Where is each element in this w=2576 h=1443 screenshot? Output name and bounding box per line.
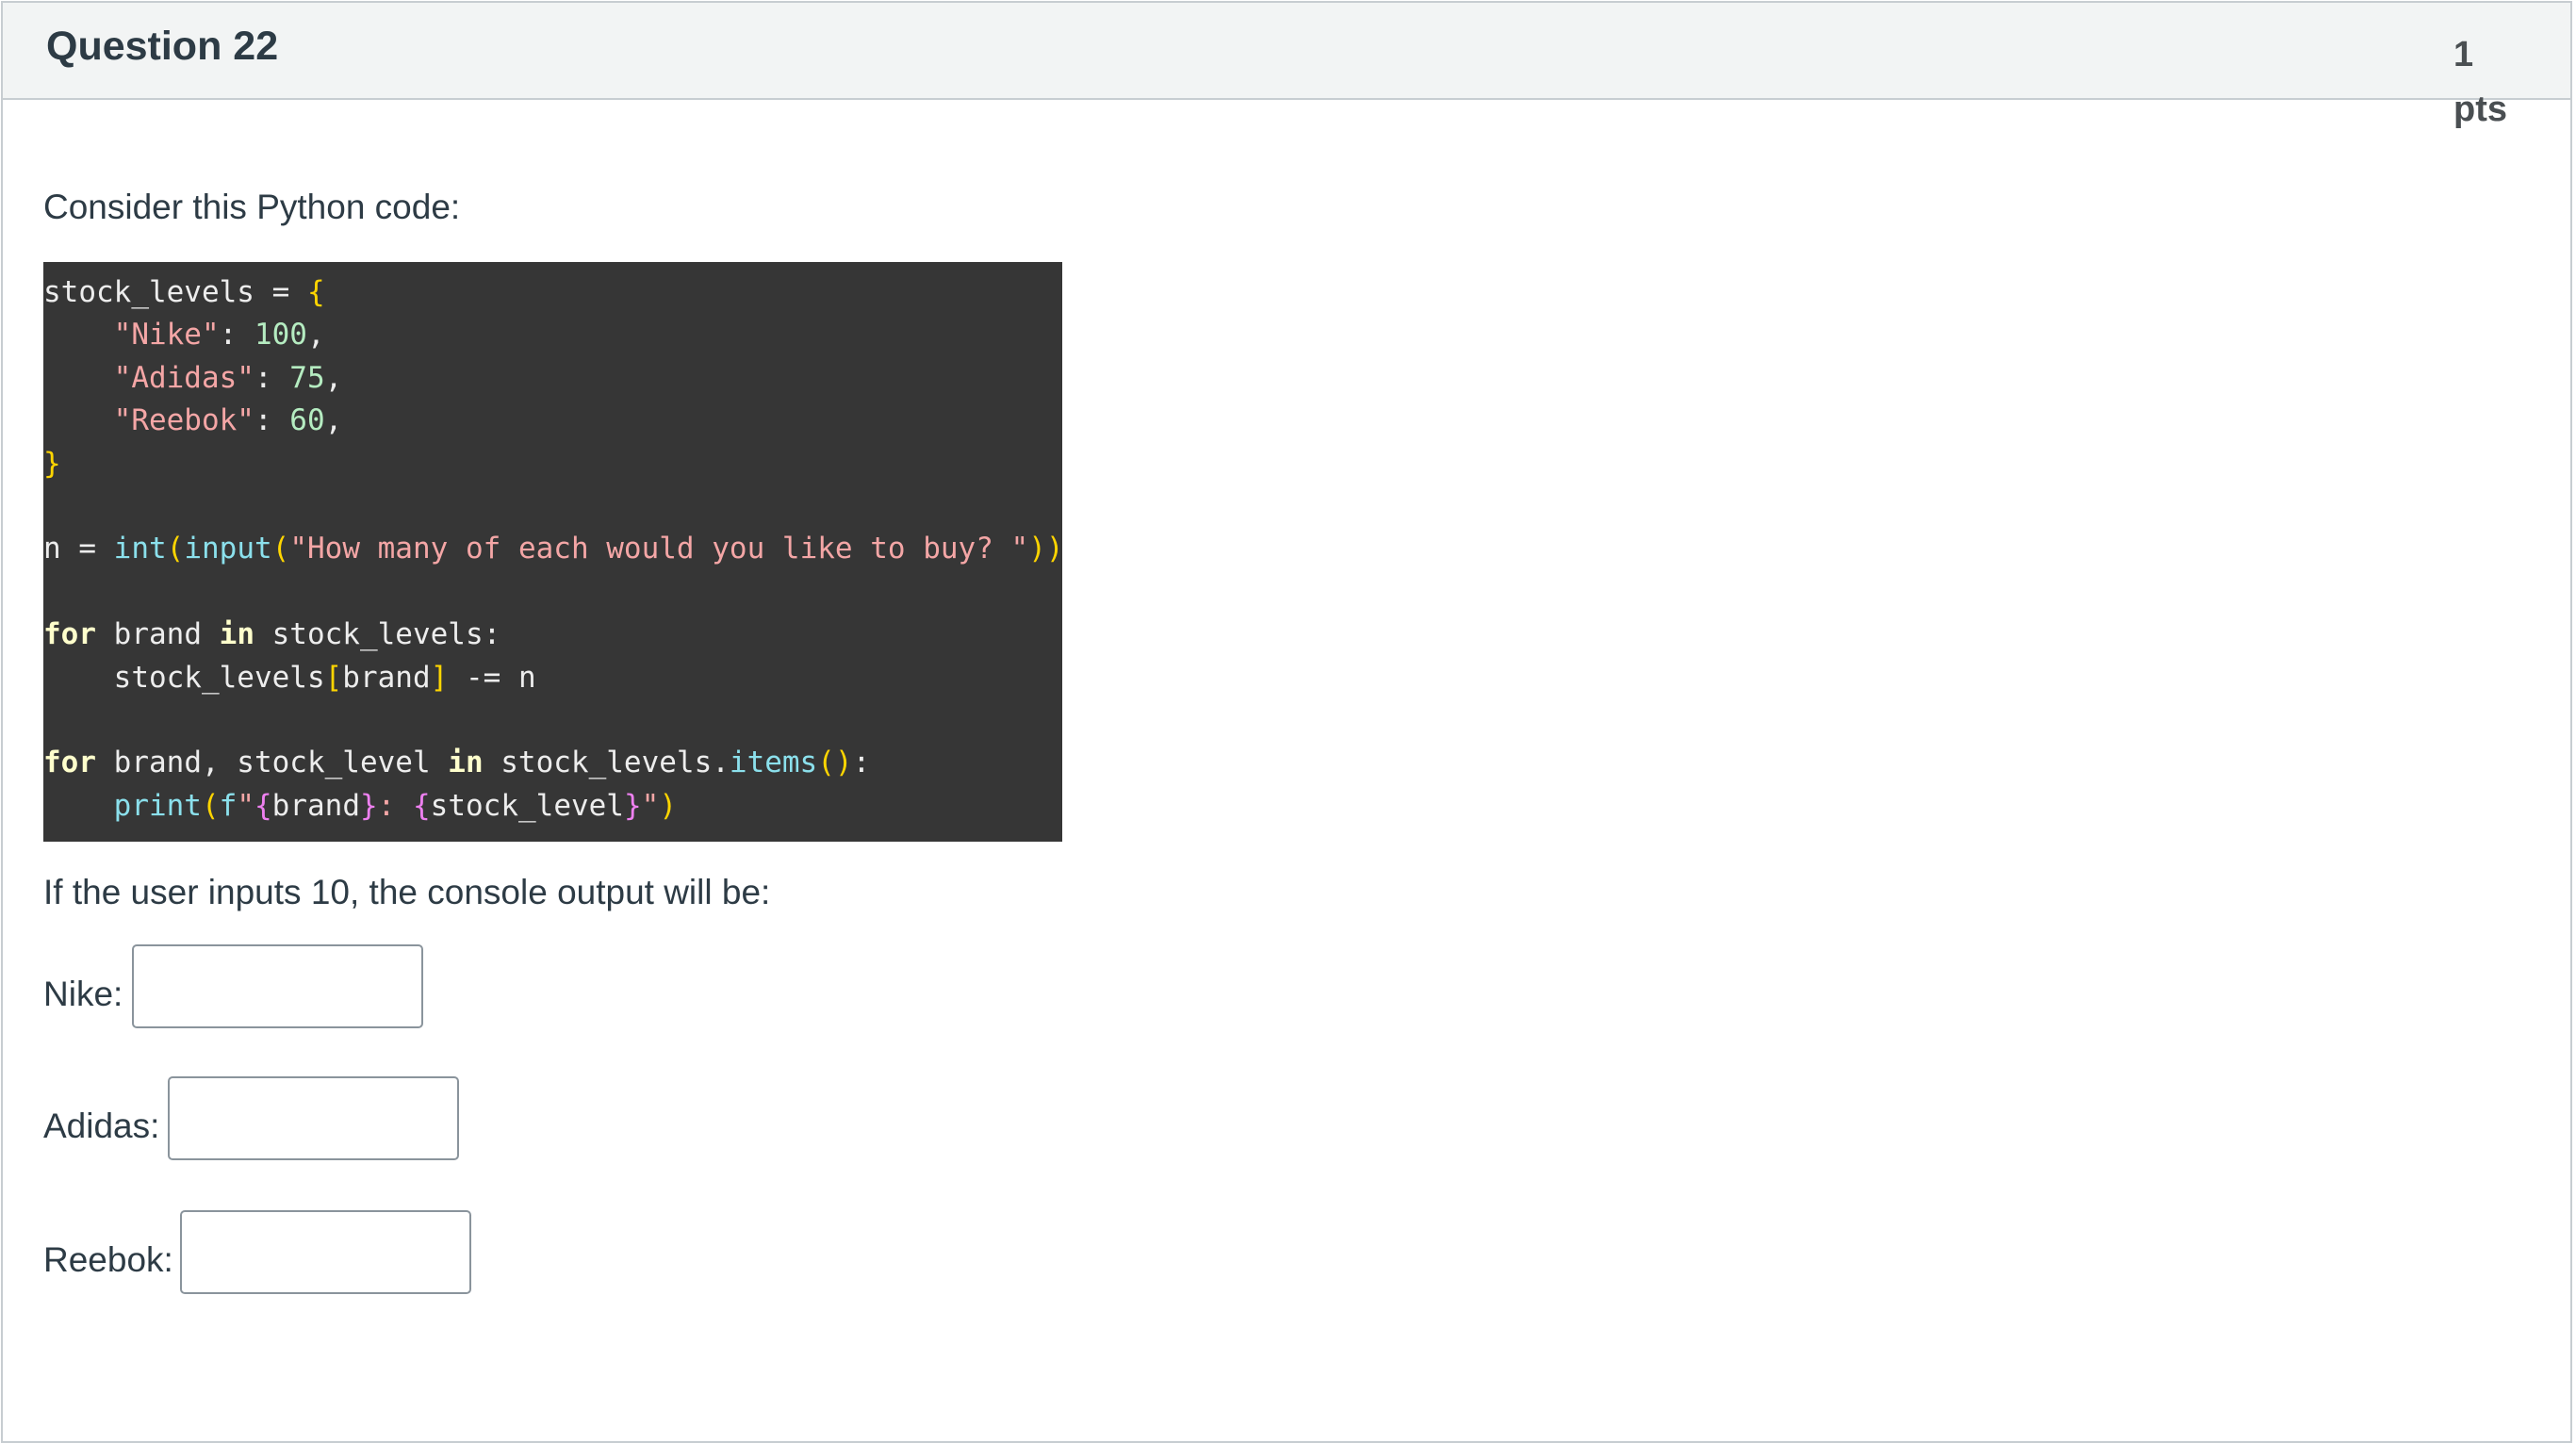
code-token-text: stock_level (430, 788, 624, 823)
code-token-string: " (641, 788, 660, 823)
code-token-text: : (254, 360, 290, 395)
answer-input-nike[interactable] (132, 944, 423, 1028)
code-token-keyword: for (43, 617, 96, 652)
answer-label-adidas: Adidas: (43, 1107, 160, 1145)
code-token-text: : (254, 403, 290, 438)
code-token-text: , (306, 318, 325, 353)
code-token-text: : (219, 318, 254, 353)
code-line: print(f"{brand}: {stock_level}") (43, 785, 1062, 828)
code-token-text: , (324, 403, 343, 438)
code-token-text: , (324, 360, 343, 395)
code-line: for brand, stock_level in stock_levels.i… (43, 742, 1062, 784)
code-token-fstring-prefix: f (219, 788, 238, 823)
code-token-string: "Nike" (113, 318, 220, 353)
code-line: for brand in stock_levels: (43, 614, 1062, 656)
question-prompt-after-code: If the user inputs 10, the console outpu… (43, 873, 771, 911)
code-token-string: : (377, 788, 413, 823)
code-token-function: print (113, 788, 202, 823)
code-line: "Adidas": 75, (43, 357, 1062, 400)
code-token-keyword: in (448, 746, 484, 780)
code-token-number: 100 (254, 318, 307, 353)
code-token-text: stock_levels: (254, 617, 501, 652)
answer-label-reebok: Reebok: (43, 1240, 173, 1279)
code-token-text: brand (271, 788, 360, 823)
code-line: "Reebok": 60, (43, 400, 1062, 442)
code-token-function: items (729, 746, 818, 780)
code-token-text: n = (43, 532, 114, 566)
code-token-keyword: for (43, 746, 96, 780)
code-token-brace: { (306, 275, 325, 309)
question-header: Question 22 1 pts (3, 3, 2570, 129)
answer-label-nike: Nike: (43, 975, 123, 1013)
code-token-string: "Reebok" (113, 403, 254, 438)
code-block: stock_levels = { "Nike": 100, "Adidas": … (43, 262, 1064, 842)
code-token-paren: )) (1028, 532, 1064, 566)
code-line: } (43, 443, 1062, 485)
code-token-text: brand (96, 617, 220, 652)
code-token-bracket: [ (324, 660, 343, 695)
code-token-text: brand (342, 660, 431, 695)
points-unit: pts (2453, 90, 2507, 129)
code-token-paren: ( (271, 532, 290, 566)
code-token-text: stock_levels. (483, 746, 730, 780)
code-line: stock_levels = { (43, 271, 1062, 314)
code-token-number: 75 (289, 360, 325, 395)
code-token-string: " (237, 788, 254, 823)
code-line: n = int(input("How many of each would yo… (43, 528, 1064, 570)
answer-input-reebok[interactable] (180, 1210, 471, 1294)
code-token-function: input (184, 532, 272, 566)
code-line: "Nike": 100, (43, 314, 1062, 356)
code-token-text: : (852, 746, 871, 780)
code-token-bracket: ] (430, 660, 449, 695)
code-token-text: brand, stock_level (96, 746, 449, 780)
code-token-paren: ( (201, 788, 220, 823)
answer-input-adidas[interactable] (168, 1076, 459, 1160)
code-token-string: "How many of each would you like to buy?… (289, 532, 1029, 566)
code-token-paren: ) (659, 788, 677, 823)
code-token-interpolation: { (413, 788, 431, 823)
points-value: 1 (2453, 35, 2474, 74)
code-token-interpolation: } (623, 788, 642, 823)
question-prompt-intro: Consider this Python code: (43, 188, 461, 226)
code-token-text: stock_levels (43, 660, 325, 695)
code-token-interpolation: { (254, 788, 272, 823)
code-token-interpolation: } (360, 788, 378, 823)
code-token-brace: } (43, 446, 61, 481)
code-token-paren: () (817, 746, 853, 780)
question-points: 1 pts (2453, 27, 2538, 137)
code-token-string: "Adidas" (113, 360, 254, 395)
question-title: Question 22 (46, 24, 279, 69)
code-token-paren: ( (166, 532, 185, 566)
code-token-number: 60 (289, 403, 325, 438)
code-token-text: -= n (448, 660, 536, 695)
code-token-keyword: in (219, 617, 254, 652)
code-token-function: int (113, 532, 167, 566)
code-token-text: stock_levels = (43, 275, 307, 309)
code-line: stock_levels[brand] -= n (43, 657, 1062, 699)
